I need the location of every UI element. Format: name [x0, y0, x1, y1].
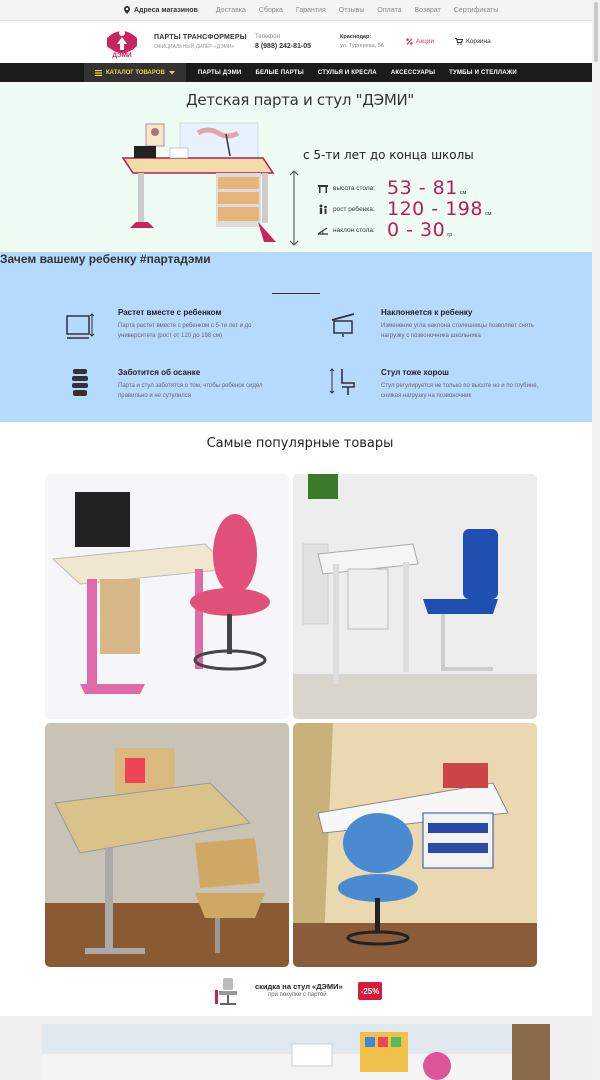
stat-tilt: наклон стола: 0 - 30 гр: [318, 219, 452, 241]
feature-desc: Парта растет вместе с ребенком с 5-ти ле…: [118, 323, 252, 339]
stat-unit: гр: [447, 232, 453, 238]
header-address-block: Краснодар: ул. Тургенева, 56: [340, 34, 384, 49]
nav-item-white-desks[interactable]: БЕЛЫЕ ПАРТЫ: [255, 70, 303, 76]
brand-logo[interactable]: ДЭМИ: [103, 24, 141, 62]
stat-desk-height: высота стола: 53 - 81 см: [318, 177, 466, 199]
promo-label: Акции: [416, 38, 435, 45]
product-photo-white-blue-desk[interactable]: [293, 723, 537, 967]
map-pin-icon: [124, 6, 130, 14]
catalog-menu-button[interactable]: КАТАЛОГ ТОВАРОВ: [84, 63, 186, 82]
product-photo-wood-desk[interactable]: [45, 723, 289, 967]
feature-desc: Изменение угла наклона столешницы позвол…: [381, 323, 534, 339]
nav-item-cabinets[interactable]: ТУМБЫ И СТЕЛЛАЖИ: [449, 70, 517, 76]
promo-link[interactable]: Акции: [406, 38, 434, 45]
benefits-title: Зачем вашему ребенку #партадэми: [0, 252, 211, 266]
feature-title: Заботится об осанке: [118, 368, 201, 377]
popular-title: Самые популярные товары: [206, 436, 394, 451]
feature-title: Растет вместе с ребенком: [118, 308, 222, 317]
phone-label: Телефон: [255, 34, 280, 40]
chair-icon: [329, 368, 355, 395]
catalog-label: КАТАЛОГ ТОВАРОВ: [106, 69, 165, 76]
children-icon: [319, 204, 327, 214]
stat-value: 120 - 198: [387, 198, 483, 220]
logo-text: ДЭМИ: [112, 52, 132, 59]
stat-label: высота стола:: [333, 184, 376, 192]
top-link-delivery[interactable]: Доставка: [216, 7, 246, 14]
feature-title: Стул тоже хорош: [381, 368, 449, 377]
feature-tilts: Наклоняется к ребенку Изменение угла нак…: [381, 308, 541, 341]
percent-icon: [406, 38, 413, 45]
store-addresses-link[interactable]: Адреса магазинов: [124, 6, 198, 14]
hero-section: Детская парта и стул "ДЭМИ" с 5-ти лет д…: [0, 82, 600, 252]
tilt-angle-icon: [318, 227, 328, 235]
stat-unit: см: [484, 211, 492, 217]
top-link-returns[interactable]: Возврат: [415, 7, 441, 14]
product-photo-pink-desk[interactable]: [45, 474, 289, 719]
top-link-payment[interactable]: Оплата: [377, 7, 401, 14]
chair-discount-promo[interactable]: скидка на стул «ДЭМИ» при покупке с парт…: [0, 976, 600, 1010]
nav-item-chairs[interactable]: СТУЛЬЯ И КРЕСЛА: [318, 70, 377, 76]
stat-value: 0 - 30: [387, 219, 446, 241]
nav-item-demi-desks[interactable]: ПАРТЫ ДЭМИ: [198, 70, 242, 76]
nav-item-accessories[interactable]: АКСЕССУАРЫ: [391, 70, 435, 76]
height-dimension-arrow: [289, 170, 299, 246]
header-title-block: ПАРТЫ ТРАНСФОРМЕРЫ ОФИЦИАЛЬНЫЙ ДИЛЕР «ДЭ…: [154, 34, 247, 50]
hero-title: Детская парта и стул "ДЭМИ": [186, 91, 414, 109]
feature-posture: Заботится об осанке Парта и стул заботят…: [118, 368, 278, 401]
title-underline: [272, 293, 320, 294]
store-addresses-label: Адреса магазинов: [134, 6, 198, 14]
stat-label: рост ребенка:: [333, 205, 375, 213]
classroom-banner-image: [42, 1024, 550, 1080]
tilting-desk-icon: [331, 313, 355, 337]
feature-title: Наклоняется к ребенку: [381, 308, 473, 317]
street-label: ул. Тургенева, 56: [340, 43, 384, 49]
main-nav: КАТАЛОГ ТОВАРОВ ПАРТЫ ДЭМИ БЕЛЫЕ ПАРТЫ С…: [0, 63, 600, 82]
stat-value: 53 - 81: [387, 177, 458, 199]
top-link-warranty[interactable]: Гарантия: [296, 7, 326, 14]
top-bar: Адреса магазинов Доставка Сборка Гаранти…: [0, 0, 600, 21]
stat-child-height: рост ребенка: 120 - 198 см: [318, 198, 492, 220]
menu-icon: [95, 69, 102, 76]
top-link-certificates[interactable]: Сертификаты: [454, 7, 499, 14]
discount-badge: -25%: [358, 982, 382, 1000]
chair-promo-icon: [215, 978, 237, 1005]
site-header: ДЭМИ ПАРТЫ ТРАНСФОРМЕРЫ ОФИЦИАЛЬНЫЙ ДИЛЕ…: [0, 21, 600, 63]
cart-link[interactable]: Корзина: [455, 38, 491, 45]
promo-text: скидка на стул «ДЭМИ»: [255, 982, 343, 991]
cart-icon: [455, 38, 463, 45]
feature-chair: Стул тоже хорош Стул регулируется не тол…: [381, 368, 541, 401]
growing-desk-icon: [66, 313, 95, 339]
hero-desk-illustration: [121, 122, 276, 242]
desk-height-icon: [318, 185, 328, 193]
header-subtitle: ОФИЦИАЛЬНЫЙ ДИЛЕР «ДЭМИ»: [154, 44, 235, 50]
hero-age-text: с 5-ти лет до конца школы: [303, 148, 474, 162]
spine-icon: [72, 369, 88, 396]
page-scrollbar[interactable]: [592, 0, 600, 1080]
city-label: Краснодар:: [340, 34, 372, 40]
scrollbar-thumb[interactable]: [594, 2, 598, 62]
top-link-assembly[interactable]: Сборка: [259, 7, 283, 14]
feature-desc: Стул регулируется не только по высоте но…: [381, 383, 539, 399]
header-title: ПАРТЫ ТРАНСФОРМЕРЫ: [154, 34, 247, 41]
promo-subtext: при покупке с партой: [268, 992, 327, 998]
bottom-banner: [0, 1016, 600, 1080]
stat-unit: см: [459, 190, 467, 196]
product-photo-blue-desk[interactable]: [293, 474, 537, 719]
stat-label: наклон стола:: [333, 226, 375, 234]
phone-number[interactable]: 8 (988) 242-81-05: [255, 43, 311, 50]
header-phone-block: Телефон 8 (988) 242-81-05: [255, 34, 311, 50]
top-link-reviews[interactable]: Отзывы: [339, 7, 365, 14]
feature-desc: Парта и стул заботятся о том, чтобы ребе…: [118, 383, 263, 399]
cart-label: Корзина: [466, 38, 491, 45]
chevron-down-icon: [168, 70, 175, 74]
feature-grows: Растет вместе с ребенком Парта растет вм…: [118, 308, 278, 341]
